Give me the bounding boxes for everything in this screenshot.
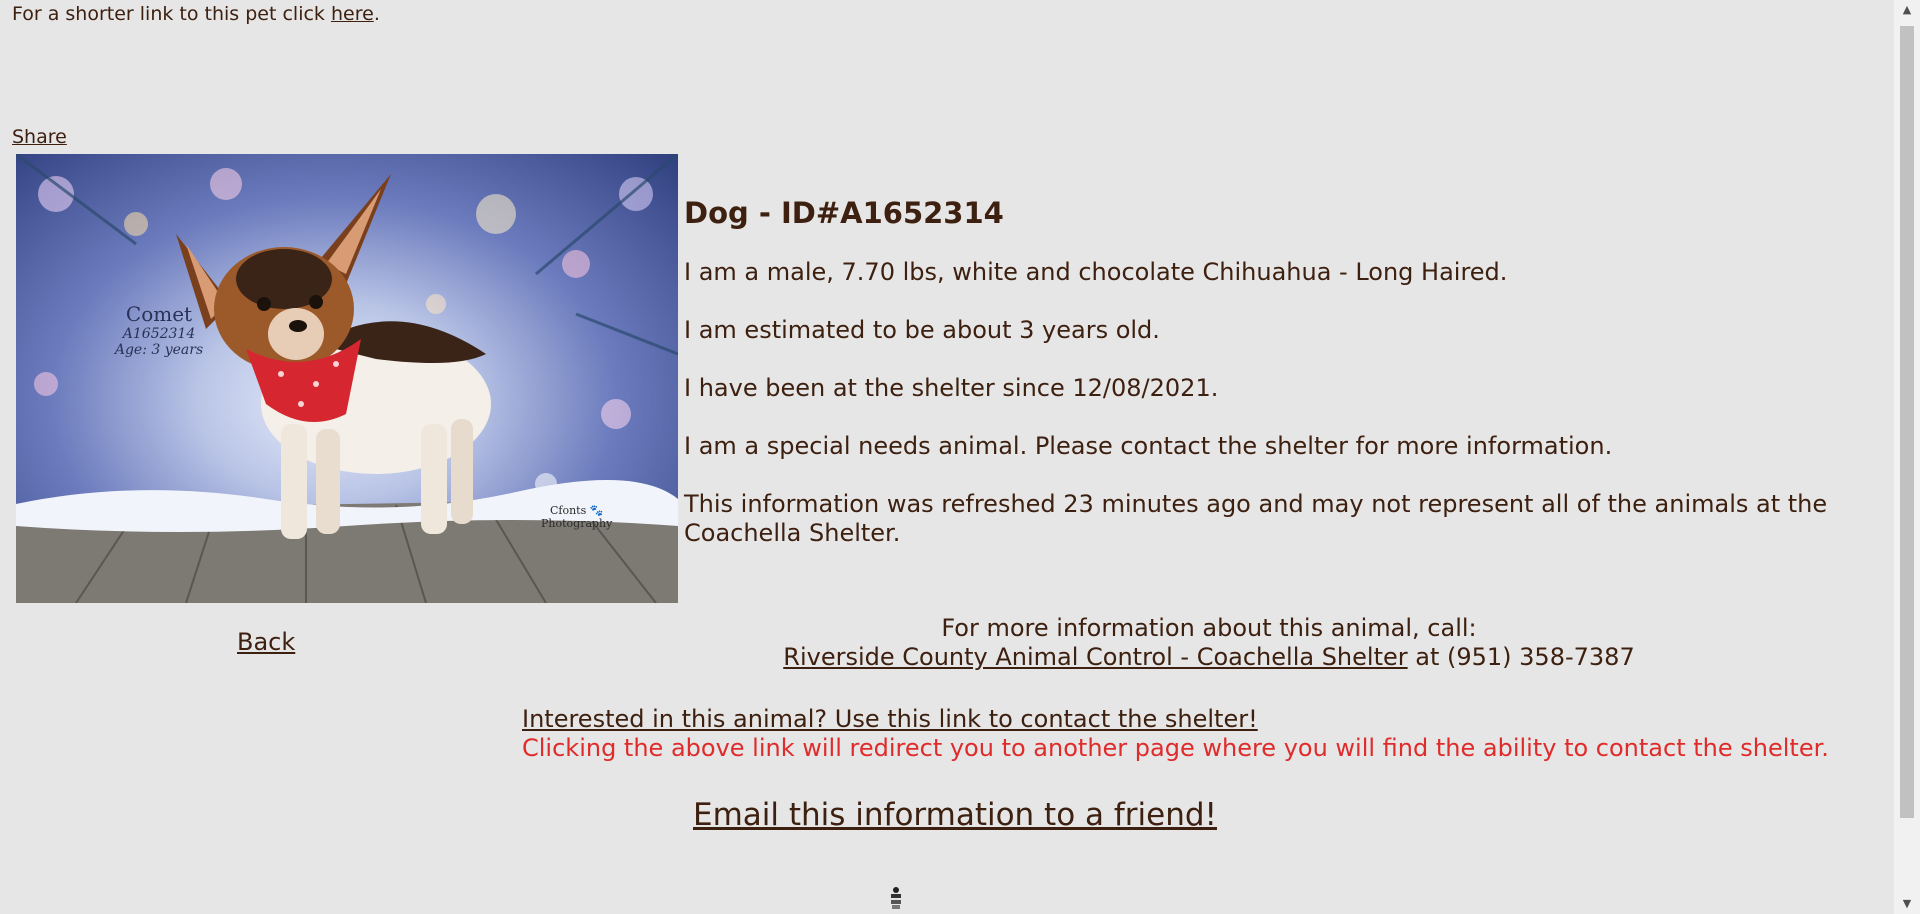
photo-overlay-age: Age: 3 years bbox=[114, 342, 204, 358]
photo-overlay-text: Comet A1652314 Age: 3 years bbox=[99, 302, 219, 358]
scroll-down-arrow-icon[interactable]: ▼ bbox=[1894, 894, 1920, 914]
scrollbar-thumb[interactable] bbox=[1900, 26, 1914, 818]
detail-description: I am a male, 7.70 lbs, white and chocola… bbox=[684, 258, 1508, 286]
scroll-up-arrow-icon[interactable]: ▲ bbox=[1894, 0, 1920, 20]
contact-shelter-line: Riverside County Animal Control - Coache… bbox=[684, 643, 1734, 672]
short-link-prefix: For a shorter link to this pet click bbox=[12, 3, 331, 25]
photo-watermark-line2: Photography bbox=[541, 517, 613, 530]
email-friend-link[interactable]: Email this information to a friend! bbox=[693, 797, 1217, 833]
photo-watermark: Cfonts 🐾 Photography bbox=[541, 504, 612, 530]
contact-info: For more information about this animal, … bbox=[684, 614, 1734, 672]
shelter-phone: at (951) 358-7387 bbox=[1407, 643, 1635, 671]
photo-watermark-line1: Cfonts 🐾 bbox=[549, 504, 604, 517]
photo-overlay-name: Comet bbox=[125, 302, 193, 326]
detail-refresh-note: This information was refreshed 23 minute… bbox=[684, 490, 1828, 547]
vertical-scrollbar[interactable]: ▲ ▼ bbox=[1894, 0, 1920, 914]
pet-photo-illustration bbox=[16, 154, 678, 603]
share-link[interactable]: Share bbox=[12, 126, 67, 148]
pet-heading: Dog - ID#A1652314 bbox=[684, 196, 1004, 230]
loading-spinner-icon bbox=[888, 885, 904, 911]
interest-section: Interested in this animal? Use this link… bbox=[522, 705, 1829, 763]
short-link-suffix: . bbox=[373, 3, 380, 25]
short-link-line: For a shorter link to this pet click her… bbox=[12, 3, 380, 25]
detail-special-needs: I am a special needs animal. Please cont… bbox=[684, 432, 1613, 460]
photo-overlay-id: A1652314 bbox=[122, 326, 196, 342]
short-link-here[interactable]: here bbox=[331, 3, 374, 25]
pet-details: Dog - ID#A1652314 I am a male, 7.70 lbs,… bbox=[684, 196, 1834, 577]
detail-shelter-since: I have been at the shelter since 12/08/2… bbox=[684, 374, 1219, 402]
shelter-link[interactable]: Riverside County Animal Control - Coache… bbox=[783, 643, 1407, 671]
contact-call-text: For more information about this animal, … bbox=[941, 614, 1477, 642]
detail-age: I am estimated to be about 3 years old. bbox=[684, 316, 1160, 344]
contact-shelter-link[interactable]: Interested in this animal? Use this link… bbox=[522, 705, 1258, 733]
redirect-note: Clicking the above link will redirect yo… bbox=[522, 734, 1829, 762]
back-link[interactable]: Back bbox=[237, 628, 295, 656]
pet-photo: Comet A1652314 Age: 3 years Cfonts 🐾 Pho… bbox=[16, 154, 678, 603]
